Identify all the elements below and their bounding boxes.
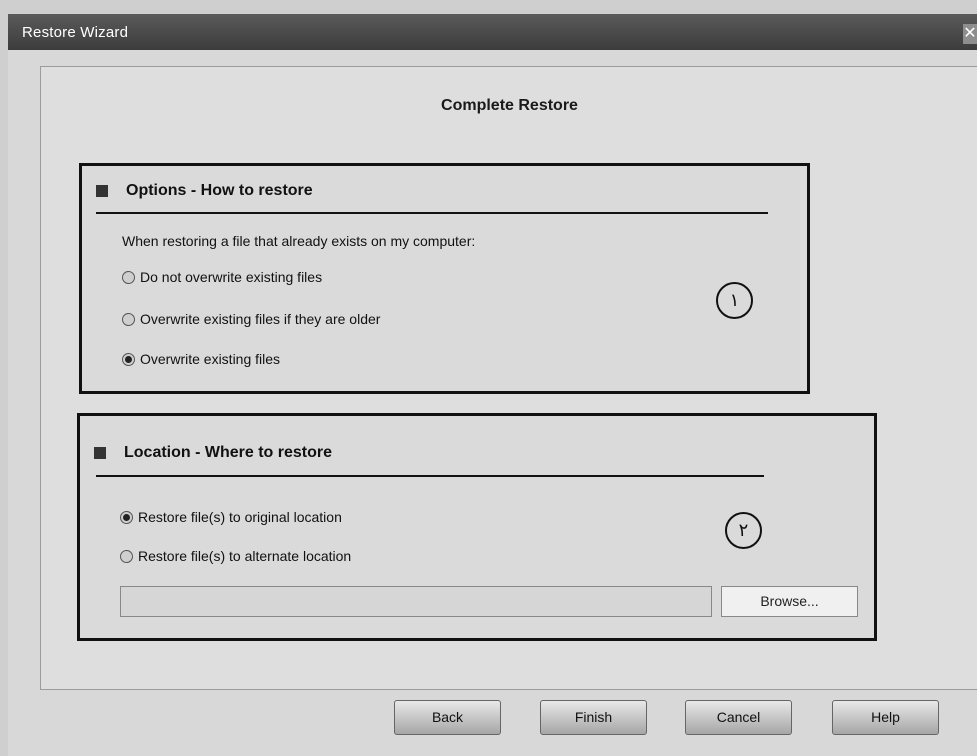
restore-wizard-window: Restore Wizard ✕ Complete Restore Option… <box>8 14 977 756</box>
location-divider <box>96 475 764 477</box>
page-title: Complete Restore <box>441 97 578 114</box>
radio-label: Overwrite existing files if they are old… <box>140 311 381 327</box>
window-title: Restore Wizard <box>22 24 129 41</box>
radio-button-icon[interactable] <box>122 270 135 284</box>
annotation-badge-2: ٢ <box>725 512 762 549</box>
finish-button[interactable]: Finish <box>540 700 647 735</box>
radio-alternate-location[interactable]: Restore file(s) to alternate location <box>120 548 351 564</box>
help-button[interactable]: Help <box>832 700 939 735</box>
location-group: Location - Where to restore Restore file… <box>77 413 877 641</box>
options-prompt: When restoring a file that already exist… <box>122 233 476 249</box>
location-title: Location - Where to restore <box>124 444 333 461</box>
radio-button-selected-icon[interactable] <box>122 352 135 366</box>
radio-label: Overwrite existing files <box>140 351 281 367</box>
radio-button-icon[interactable] <box>120 549 133 563</box>
radio-overwrite-existing[interactable]: Overwrite existing files <box>122 351 280 367</box>
cancel-button[interactable]: Cancel <box>685 700 792 735</box>
radio-original-location[interactable]: Restore file(s) to original location <box>120 509 342 525</box>
title-bar: Restore Wizard ✕ <box>8 14 977 50</box>
radio-do-not-overwrite[interactable]: Do not overwrite existing files <box>122 269 322 285</box>
annotation-badge-1: ١ <box>716 282 753 319</box>
section-bullet-icon <box>96 185 108 197</box>
radio-overwrite-if-older[interactable]: Overwrite existing files if they are old… <box>122 311 380 327</box>
wizard-content-panel: Complete Restore Options - How to restor… <box>40 66 977 690</box>
options-title: Options - How to restore <box>126 182 313 199</box>
radio-button-selected-icon[interactable] <box>120 510 133 524</box>
back-button[interactable]: Back <box>394 700 501 735</box>
radio-label: Restore file(s) to alternate location <box>138 548 352 564</box>
location-header: Location - Where to restore <box>94 444 332 462</box>
options-header: Options - How to restore <box>96 182 313 200</box>
section-bullet-icon <box>94 447 106 459</box>
radio-label: Restore file(s) to original location <box>138 509 342 525</box>
options-divider <box>96 212 768 214</box>
alternate-location-path-input[interactable] <box>120 586 712 617</box>
radio-button-icon[interactable] <box>122 312 135 326</box>
browse-button[interactable]: Browse... <box>721 586 858 617</box>
radio-label: Do not overwrite existing files <box>140 269 323 285</box>
close-button[interactable]: ✕ <box>963 24 977 44</box>
options-group: Options - How to restore When restoring … <box>79 163 810 394</box>
